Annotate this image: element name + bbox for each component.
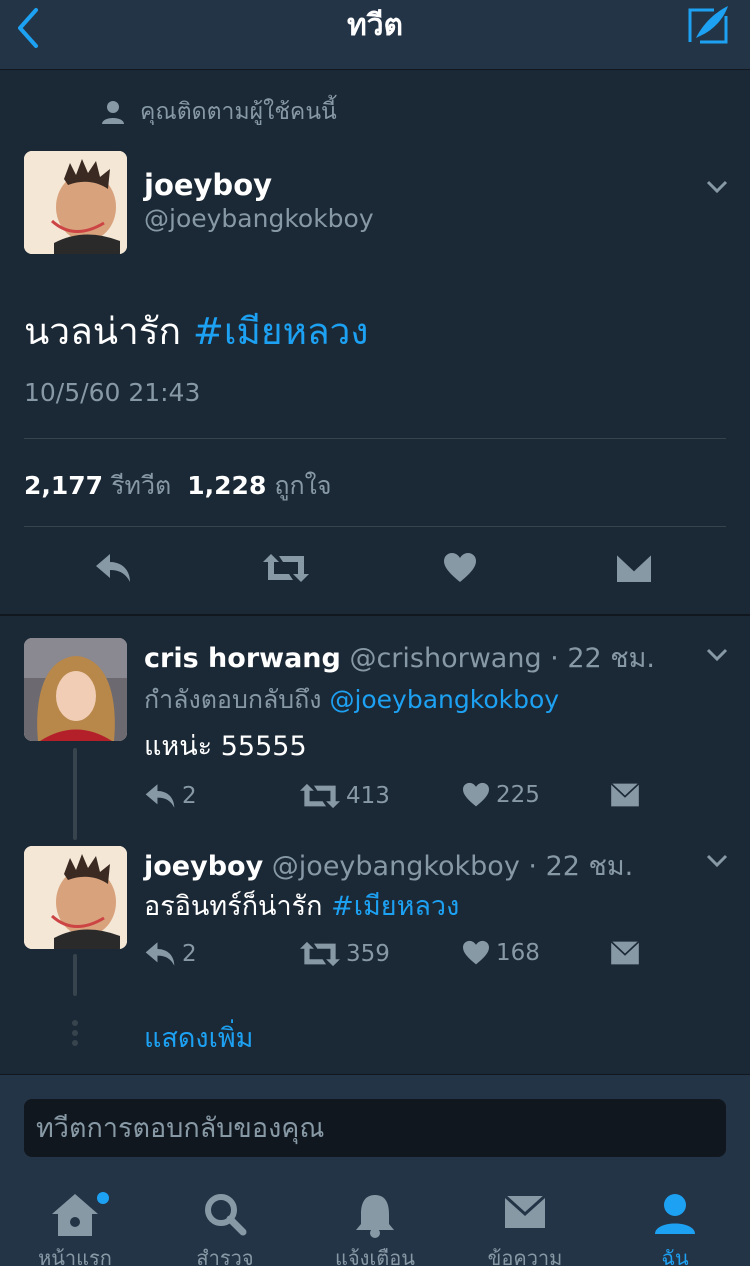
reply-header: joeyboy @joeybangkokboy · 22 ชม. (144, 844, 633, 887)
direct-message-icon[interactable] (616, 552, 652, 584)
chevron-down-icon[interactable] (706, 648, 728, 662)
tab-home[interactable]: หน้าแรก (0, 1178, 150, 1266)
tweet-stats: 2,177 รีทวีต 1,228 ถูกใจ (24, 466, 347, 506)
tab-bar: หน้าแรก สำรวจ แจ้งเตือน ข้อความ ฉัน (0, 1178, 750, 1266)
divider (24, 526, 726, 527)
reply-count: 2 (182, 783, 197, 809)
reply-tweet[interactable]: cris horwang @crishorwang · 22 ชม. กำลัง… (0, 616, 750, 840)
notification-dot (97, 1192, 109, 1204)
avatar[interactable] (24, 846, 127, 949)
retweet-icon (300, 783, 340, 809)
retweet-count: 359 (346, 941, 390, 967)
avatar-image (24, 846, 127, 949)
reply-input[interactable] (24, 1099, 726, 1157)
reply-text-body: อรอินทร์ก็น่ารัก (144, 891, 332, 922)
tweet-text-body: นวลน่ารัก (24, 310, 193, 353)
reply-icon (145, 942, 175, 966)
divider (24, 438, 726, 439)
replying-to: กำลังตอบกลับถึง @joeybangkokboy (144, 680, 559, 720)
like-count[interactable]: 1,228 (187, 471, 266, 500)
reply-icon[interactable] (94, 552, 132, 584)
author-name[interactable]: cris horwang (144, 643, 341, 674)
reply-action[interactable]: 2 (144, 782, 197, 810)
hashtag-link[interactable]: #เมียหลวง (193, 310, 369, 353)
author-name[interactable]: joeyboy (144, 168, 272, 202)
direct-message-icon (610, 783, 640, 807)
retweet-count: 413 (346, 783, 390, 809)
retweet-count[interactable]: 2,177 (24, 471, 103, 500)
avatar[interactable] (24, 638, 127, 741)
show-more-link[interactable]: แสดงเพิ่ม (144, 1016, 253, 1059)
person-icon (102, 101, 124, 124)
compose-tweet-button[interactable] (684, 4, 732, 48)
tab-messages[interactable]: ข้อความ (450, 1178, 600, 1266)
profile-icon (655, 1194, 695, 1234)
heart-icon (463, 782, 489, 807)
retweet-icon[interactable] (263, 552, 309, 584)
author-name[interactable]: joeyboy (144, 851, 263, 882)
retweet-label[interactable]: รีทวีต (111, 466, 171, 506)
avatar[interactable] (24, 151, 127, 254)
like-action[interactable]: 168 (462, 940, 540, 966)
hashtag-link[interactable]: #เมียหลวง (331, 891, 459, 922)
tweet-timestamp: 10/5/60 21:43 (24, 378, 201, 407)
replying-to-prefix: กำลังตอบกลับถึง (144, 685, 330, 714)
tab-notifications[interactable]: แจ้งเตือน (300, 1178, 450, 1266)
reply-composer (0, 1074, 750, 1178)
mention-link[interactable]: @joeybangkokboy (329, 685, 559, 714)
tab-profile[interactable]: ฉัน (600, 1178, 750, 1266)
tweet-text: นวลน่ารัก #เมียหลวง (24, 302, 368, 361)
direct-message-icon (610, 941, 640, 965)
heart-icon[interactable] (443, 552, 477, 584)
dm-action[interactable] (610, 782, 646, 808)
author-handle[interactable]: @joeybangkokboy (272, 851, 520, 882)
reply-icon (145, 784, 175, 808)
like-action[interactable]: 225 (462, 782, 540, 808)
bell-icon (356, 1195, 394, 1238)
home-icon (52, 1194, 98, 1236)
tab-label: สำรวจ (196, 1246, 254, 1266)
heart-icon (463, 940, 489, 965)
reply-tweet[interactable]: joeyboy @joeybangkokboy · 22 ชม. อรอินทร… (0, 826, 750, 1046)
more-dots-icon (72, 1020, 78, 1046)
reply-text: อรอินทร์ก็น่ารัก #เมียหลวง (144, 884, 459, 927)
reply-actions: 2 359 168 (144, 940, 664, 976)
like-label[interactable]: ถูกใจ (274, 466, 331, 506)
reply-actions: 2 413 225 (144, 782, 664, 818)
follow-note-text: คุณติดตามผู้ใช้คนนี้ (140, 99, 337, 125)
reply-header: cris horwang @crishorwang · 22 ชม. (144, 636, 655, 679)
reply-time: · 22 ชม. (550, 643, 655, 674)
like-count: 168 (496, 940, 540, 966)
avatar-image (24, 151, 127, 254)
reply-action[interactable]: 2 (144, 940, 197, 968)
page-title: ทวีต (346, 8, 404, 43)
thread-line (73, 954, 77, 996)
tweet-actions (0, 542, 750, 598)
main-tweet: คุณติดตามผู้ใช้คนนี้ joeyboy @joeybangko… (0, 70, 750, 614)
avatar-image (24, 638, 127, 741)
retweet-action[interactable]: 359 (300, 940, 390, 968)
retweet-icon (300, 941, 340, 967)
tab-label: หน้าแรก (38, 1246, 112, 1266)
tab-label: ข้อความ (487, 1246, 563, 1266)
tab-label: แจ้งเตือน (335, 1246, 415, 1266)
retweet-action[interactable]: 413 (300, 782, 390, 810)
search-icon (205, 1194, 247, 1236)
reply-time: · 22 ชม. (528, 851, 634, 882)
chevron-down-icon[interactable] (706, 854, 728, 868)
author-handle[interactable]: @crishorwang (349, 643, 541, 674)
nav-bar: ทวีต (0, 0, 750, 70)
compose-quill-icon (688, 6, 728, 44)
reply-text: แหน่ะ 55555 (144, 731, 307, 762)
author-handle[interactable]: @joeybangkokboy (144, 204, 374, 233)
like-count: 225 (496, 782, 540, 808)
chevron-down-icon[interactable] (706, 180, 728, 194)
reply-count: 2 (182, 941, 197, 967)
tab-explore[interactable]: สำรวจ (150, 1178, 300, 1266)
dm-action[interactable] (610, 940, 646, 966)
tab-label: ฉัน (661, 1246, 689, 1266)
follow-note: คุณติดตามผู้ใช้คนนี้ (100, 94, 337, 130)
mail-icon (503, 1194, 547, 1228)
